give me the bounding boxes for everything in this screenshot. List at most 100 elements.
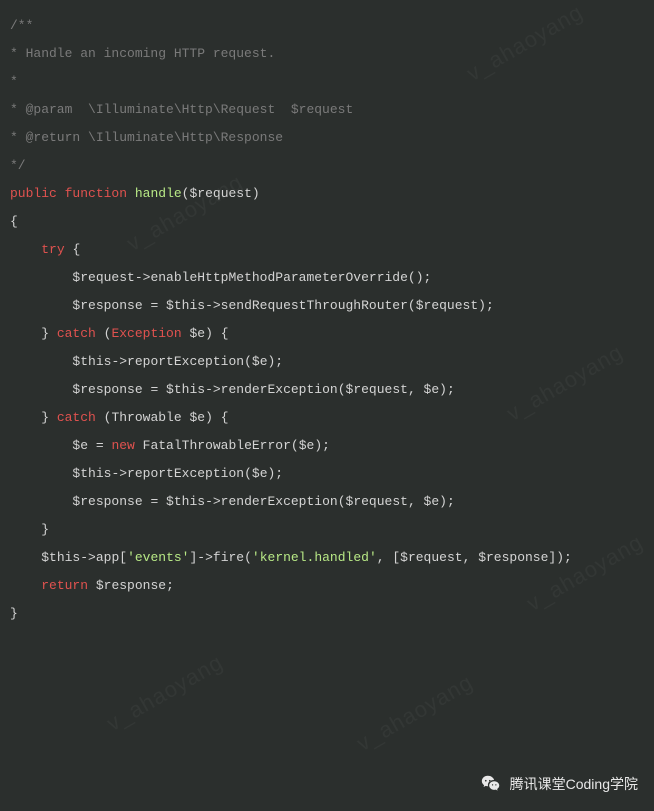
code-token: try — [41, 242, 64, 257]
code-token: $e — [189, 326, 205, 341]
code-token: } — [10, 606, 18, 621]
code-token: ) { — [205, 410, 228, 425]
code-token: ); — [268, 466, 284, 481]
code-token: function — [65, 186, 127, 201]
code-token: $e — [424, 382, 440, 397]
code-token: -> — [205, 298, 221, 313]
code-token: 'events' — [127, 550, 189, 565]
code-token: FatalThrowableError — [143, 438, 291, 453]
code-token: , — [408, 382, 424, 397]
code-line: * @return \Illuminate\Http\Response — [10, 124, 644, 152]
code-block: /** * Handle an incoming HTTP request. * * … — [0, 0, 654, 640]
code-token: $response — [72, 382, 142, 397]
code-line: $response = $this->renderException($requ… — [10, 376, 644, 404]
code-token: $this — [72, 354, 111, 369]
code-token: $request — [416, 298, 478, 313]
footer-label: 腾讯课堂Coding学院 — [510, 774, 638, 794]
code-token: public — [10, 186, 57, 201]
code-token: $response — [478, 550, 548, 565]
code-token: -> — [111, 466, 127, 481]
code-line: } — [10, 600, 644, 628]
code-token: $this — [166, 298, 205, 313]
code-token: reportException — [127, 466, 244, 481]
code-token: -> — [135, 270, 151, 285]
code-token: $e — [252, 354, 268, 369]
code-token: new — [111, 438, 134, 453]
code-token — [57, 186, 65, 201]
code-token: , — [408, 494, 424, 509]
code-token: $e — [189, 410, 205, 425]
code-token: -> — [80, 550, 96, 565]
code-token: [ — [119, 550, 127, 565]
code-line: { — [10, 208, 644, 236]
code-token: } — [41, 522, 49, 537]
code-token: ; — [166, 578, 174, 593]
code-token: $this — [166, 494, 205, 509]
code-token: ); — [439, 382, 455, 397]
code-line: * — [10, 68, 644, 96]
code-line: try { — [10, 236, 644, 264]
code-token: 'kernel.handled' — [252, 550, 377, 565]
code-line: } — [10, 516, 644, 544]
code-token: ( — [96, 326, 112, 341]
code-token: , [ — [377, 550, 400, 565]
code-line: $this->app['events']->fire('kernel.handl… — [10, 544, 644, 572]
code-token: $request — [72, 270, 134, 285]
wechat-icon — [480, 773, 502, 795]
code-line: $this->reportException($e); — [10, 348, 644, 376]
code-token: ( — [244, 466, 252, 481]
code-token: $request — [346, 494, 408, 509]
code-token: ( — [244, 550, 252, 565]
code-token: { — [10, 214, 18, 229]
code-line: /** — [10, 12, 644, 40]
code-line: $request->enableHttpMethodParameterOverr… — [10, 264, 644, 292]
code-token: * @return \Illuminate\Http\Response — [10, 130, 283, 145]
code-token: * Handle an incoming HTTP request. — [10, 46, 275, 61]
code-token: * @param \Illuminate\Http\Request $reque… — [10, 102, 353, 117]
code-token: $this — [72, 466, 111, 481]
code-line: $e = new FatalThrowableError($e); — [10, 432, 644, 460]
code-token: = — [88, 438, 111, 453]
code-token: ) { — [205, 326, 228, 341]
code-token: $response — [72, 298, 142, 313]
code-token: sendRequestThroughRouter — [221, 298, 408, 313]
code-token: , — [463, 550, 479, 565]
code-token: } — [41, 326, 57, 341]
code-token: $this — [41, 550, 80, 565]
code-token: ( — [96, 410, 112, 425]
code-line: public function handle($request) — [10, 180, 644, 208]
code-token: enableHttpMethodParameterOverride — [150, 270, 407, 285]
code-line: $response = $this->sendRequestThroughRou… — [10, 292, 644, 320]
code-line: * @param \Illuminate\Http\Request $reque… — [10, 96, 644, 124]
code-token: */ — [10, 158, 26, 173]
code-token: app — [96, 550, 119, 565]
code-token: -> — [205, 382, 221, 397]
code-token: { — [72, 242, 80, 257]
code-token — [88, 578, 96, 593]
code-token: $request — [346, 382, 408, 397]
code-line: return $response; — [10, 572, 644, 600]
code-line: */ — [10, 152, 644, 180]
code-token: $response — [72, 494, 142, 509]
code-token: -> — [205, 494, 221, 509]
code-token: handle — [135, 186, 182, 201]
code-token: ]-> — [189, 550, 212, 565]
code-token: $request — [189, 186, 251, 201]
code-token: $e — [72, 438, 88, 453]
code-token: catch — [57, 410, 96, 425]
code-token: fire — [213, 550, 244, 565]
code-token: -> — [111, 354, 127, 369]
code-token: ) — [252, 186, 260, 201]
code-token: * — [10, 74, 18, 89]
code-token: renderException — [221, 382, 338, 397]
code-token: = — [143, 494, 166, 509]
code-token: ); — [268, 354, 284, 369]
code-line: } catch (Throwable $e) { — [10, 404, 644, 432]
code-token: ( — [338, 494, 346, 509]
code-token: $request — [400, 550, 462, 565]
code-line: * Handle an incoming HTTP request. — [10, 40, 644, 68]
code-token: $response — [96, 578, 166, 593]
code-token: ); — [478, 298, 494, 313]
watermark: v_ahaoyang — [352, 669, 477, 756]
code-token: ( — [244, 354, 252, 369]
